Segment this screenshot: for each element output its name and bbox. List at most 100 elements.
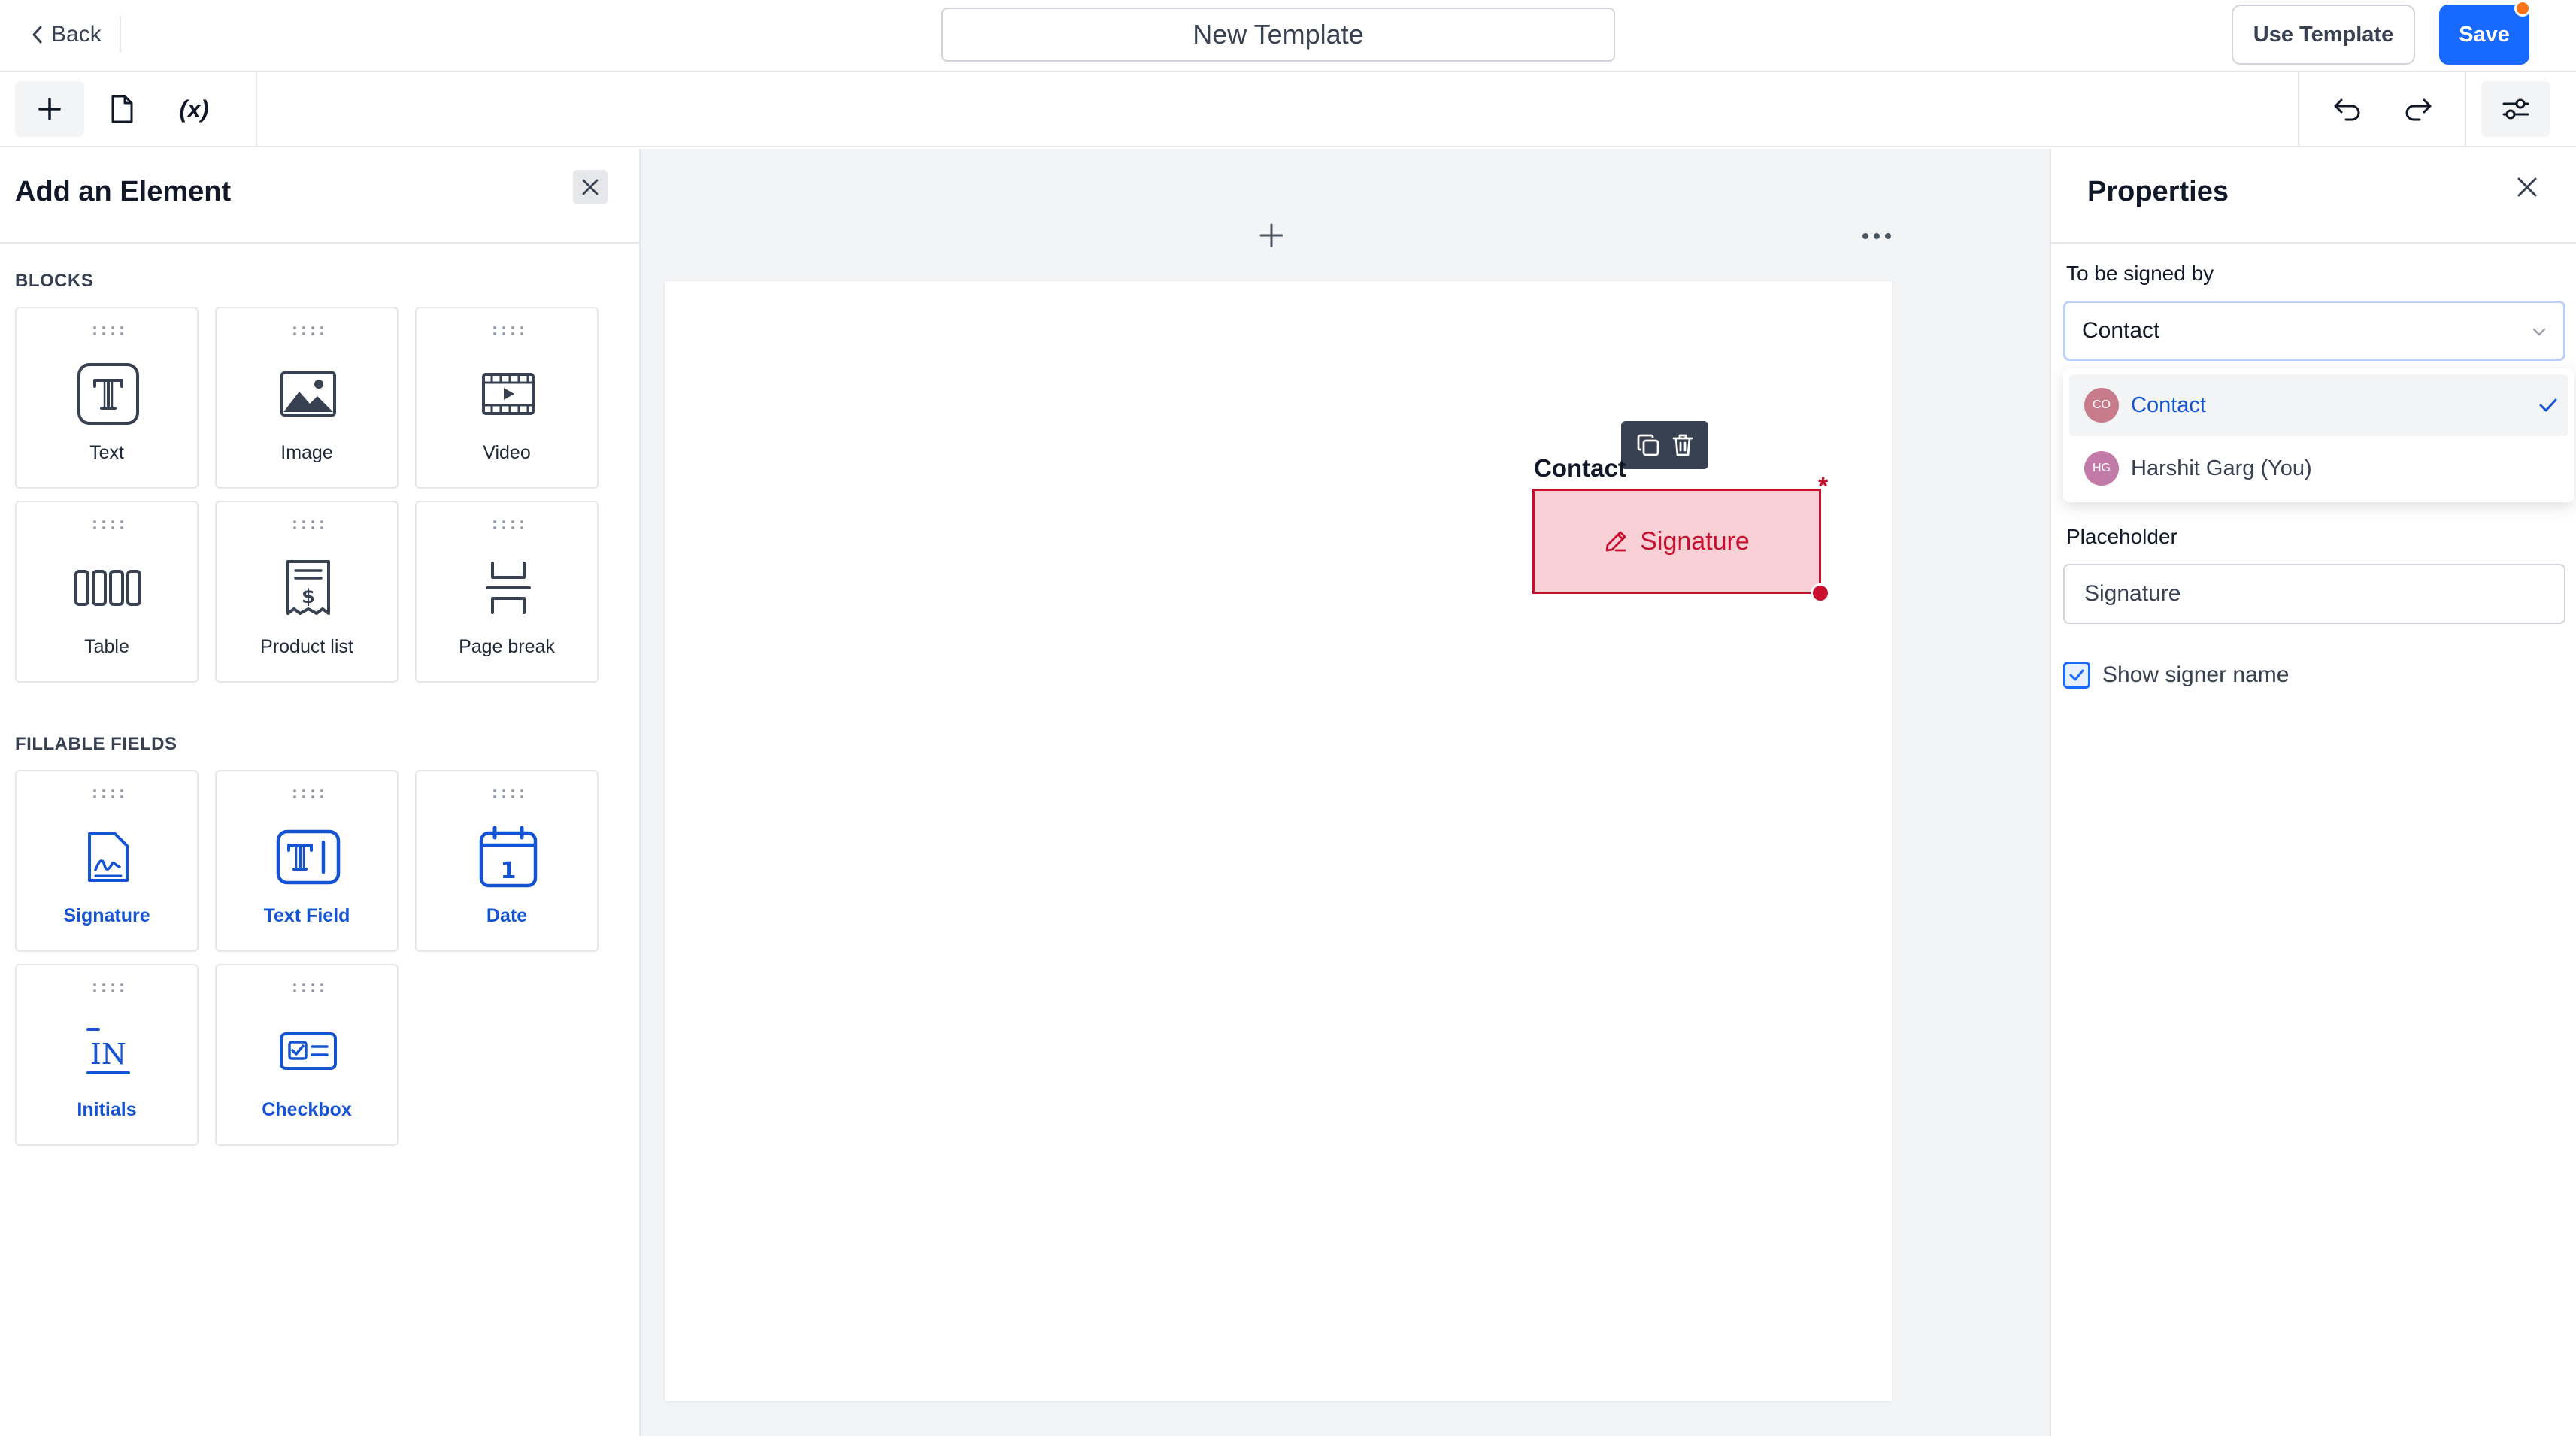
field-toolbar xyxy=(1621,421,1708,469)
template-title-input[interactable]: New Template xyxy=(941,8,1615,62)
signed-by-label: To be signed by xyxy=(2066,262,2214,285)
duplicate-icon[interactable] xyxy=(1636,433,1660,457)
tile-label: Page break xyxy=(459,636,555,657)
settings-sliders-icon xyxy=(2501,95,2531,123)
panel-title: Add an Element xyxy=(15,176,232,208)
more-horizontal-icon xyxy=(1862,232,1892,240)
show-signer-checkbox[interactable] xyxy=(2063,662,2090,689)
block-tile-image[interactable]: Image xyxy=(215,307,399,489)
back-button[interactable]: Back xyxy=(30,17,121,53)
drag-handle-icon xyxy=(93,325,123,337)
page-options-button[interactable] xyxy=(1853,212,1901,260)
close-panel-button[interactable] xyxy=(573,170,608,204)
field-tile-signature[interactable]: Signature xyxy=(15,770,199,952)
placeholder-label: Placeholder xyxy=(2066,525,2177,548)
document-button[interactable] xyxy=(87,81,156,137)
add-element-panel: Add an Element BLOCKS Text Image Video T… xyxy=(0,149,641,1436)
video-icon xyxy=(471,356,546,432)
tile-label: Text Field xyxy=(263,905,350,926)
signer-label: Contact xyxy=(1534,454,1626,482)
undo-button[interactable] xyxy=(2313,81,2382,137)
properties-title: Properties xyxy=(2087,176,2229,208)
avatar: HG xyxy=(2084,451,2119,486)
blocks-section-label: BLOCKS xyxy=(15,271,94,291)
add-section-button[interactable] xyxy=(1245,209,1298,262)
option-label: Harshit Garg (You) xyxy=(2131,456,2312,480)
drag-handle-icon xyxy=(293,788,323,800)
tile-label: Video xyxy=(483,442,531,463)
option-label: Contact xyxy=(2131,392,2206,417)
signer-select[interactable]: Contact xyxy=(2063,301,2565,361)
show-signer-label: Show signer name xyxy=(2102,662,2290,687)
date-icon: 1 xyxy=(471,819,546,895)
field-tile-date[interactable]: 1 Date xyxy=(415,770,599,952)
back-label: Back xyxy=(51,22,102,47)
plus-icon xyxy=(1258,222,1285,249)
signer-option-harshit[interactable]: HG Harshit Garg (You) xyxy=(2069,438,2568,499)
redo-button[interactable] xyxy=(2384,81,2453,137)
drag-handle-icon xyxy=(293,982,323,994)
avatar: CO xyxy=(2084,388,2119,423)
tile-label: Signature xyxy=(63,905,150,926)
block-tile-text[interactable]: Text xyxy=(15,307,199,489)
chevron-down-icon xyxy=(2529,321,2550,342)
drag-handle-icon xyxy=(493,325,523,337)
text-field-icon xyxy=(271,819,346,895)
drag-handle-icon xyxy=(493,788,523,800)
block-tile-product-list[interactable]: $ Product list xyxy=(215,501,399,683)
panel-divider xyxy=(0,242,639,244)
plus-icon xyxy=(37,96,62,122)
product-list-icon: $ xyxy=(271,550,346,626)
page-icon xyxy=(109,94,135,124)
use-template-button[interactable]: Use Template xyxy=(2232,5,2415,65)
placeholder-input[interactable]: Signature xyxy=(2063,564,2565,624)
check-icon xyxy=(2537,394,2559,417)
svg-text:$: $ xyxy=(302,586,315,608)
add-element-button[interactable] xyxy=(15,81,84,137)
signer-select-value: Contact xyxy=(2082,318,2160,343)
page-break-icon xyxy=(471,550,546,626)
signer-dropdown-menu: CO Contact HG Harshit Garg (You) xyxy=(2063,368,2574,502)
variables-button[interactable]: (x) xyxy=(159,81,229,137)
signature-field[interactable]: Signature xyxy=(1532,489,1821,594)
drag-handle-icon xyxy=(293,325,323,337)
drag-handle-icon xyxy=(93,788,123,800)
tile-label: Initials xyxy=(77,1099,137,1120)
block-tile-table[interactable]: Table xyxy=(15,501,199,683)
signer-option-contact[interactable]: CO Contact xyxy=(2069,374,2568,436)
show-signer-name-row[interactable]: Show signer name xyxy=(2063,662,2289,689)
tile-label: Image xyxy=(280,442,333,463)
chevron-left-icon xyxy=(30,25,44,44)
tile-label: Date xyxy=(486,905,528,926)
svg-text:IN: IN xyxy=(90,1038,126,1071)
trash-icon[interactable] xyxy=(1672,433,1693,457)
resize-handle[interactable] xyxy=(1811,583,1830,603)
field-tile-checkbox[interactable]: Checkbox xyxy=(215,964,399,1146)
field-tile-initials[interactable]: IN Initials xyxy=(15,964,199,1146)
drag-handle-icon xyxy=(293,519,323,531)
image-icon xyxy=(271,356,346,432)
drag-handle-icon xyxy=(93,519,123,531)
toolbar-divider xyxy=(2465,72,2466,146)
table-icon xyxy=(71,550,146,626)
checkbox-icon xyxy=(271,1013,346,1089)
block-tile-page-break[interactable]: Page break xyxy=(415,501,599,683)
toolbar-divider xyxy=(256,72,257,146)
top-header: Back New Template Use Template Save xyxy=(0,0,2576,72)
close-properties-button[interactable] xyxy=(2508,168,2546,206)
drag-handle-icon xyxy=(493,519,523,531)
close-icon xyxy=(580,177,600,197)
tile-label: Table xyxy=(84,636,129,657)
redo-icon xyxy=(2403,95,2433,123)
editor-canvas: Contact Signature * xyxy=(641,149,2050,1436)
tile-label: Checkbox xyxy=(262,1099,352,1120)
text-icon xyxy=(71,356,146,432)
field-tile-text-field[interactable]: Text Field xyxy=(215,770,399,952)
signature-field-placeholder: Signature xyxy=(1640,526,1750,556)
pen-icon xyxy=(1604,529,1628,553)
signature-icon xyxy=(71,819,146,895)
settings-button[interactable] xyxy=(2481,81,2550,137)
initials-icon: IN xyxy=(71,1013,146,1089)
block-tile-video[interactable]: Video xyxy=(415,307,599,489)
properties-panel: Properties To be signed by Contact CO Co… xyxy=(2050,149,2576,1436)
